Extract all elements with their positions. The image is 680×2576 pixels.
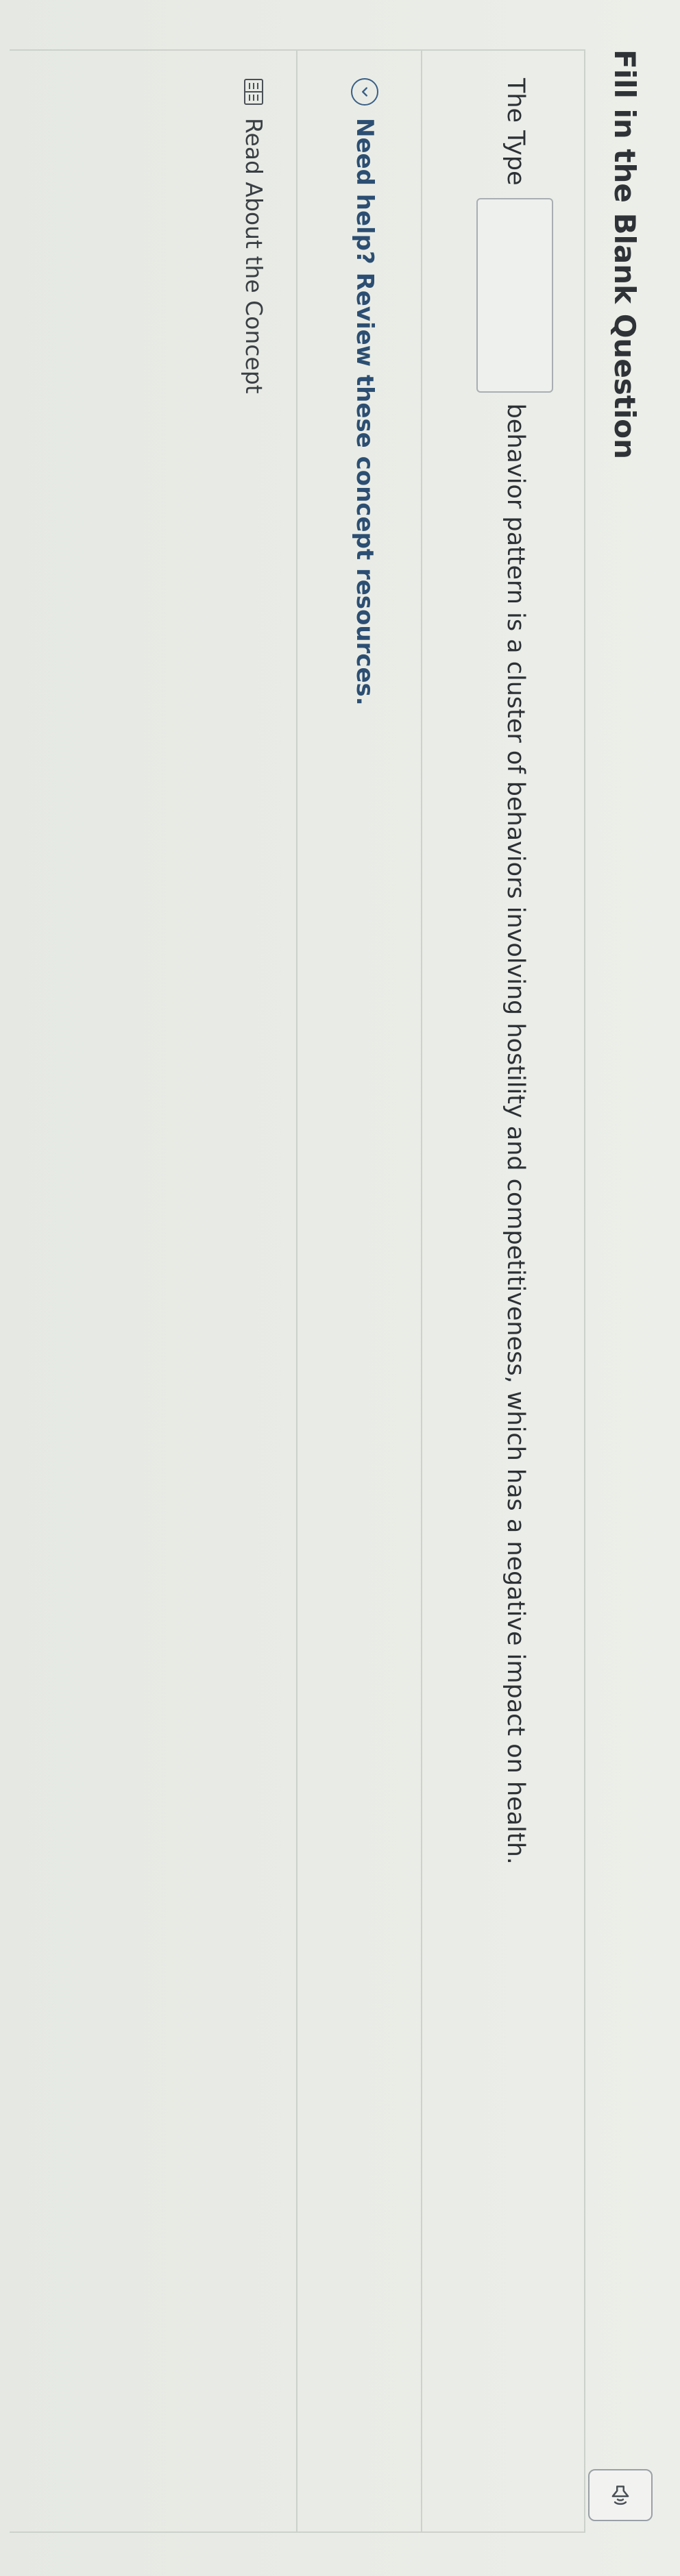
question-header: Fill in the Blank Question bbox=[588, 27, 661, 2549]
divider bbox=[421, 51, 422, 2531]
question-page: Fill in the Blank Question The Type behav… bbox=[0, 0, 680, 2576]
chevron-down-icon bbox=[351, 78, 378, 106]
question-panel: The Type behavior pattern is a cluster of… bbox=[10, 49, 585, 2533]
speaker-icon bbox=[611, 2486, 629, 2505]
question-prompt: The Type behavior pattern is a cluster of… bbox=[474, 78, 557, 1865]
fill-in-blank-input[interactable] bbox=[476, 197, 553, 393]
question-type-title: Fill in the Blank Question bbox=[608, 49, 642, 460]
question-text-before: The Type bbox=[502, 78, 529, 186]
read-about-concept-link[interactable]: Read About the Concept bbox=[241, 78, 267, 394]
question-text-after: behavior pattern is a cluster of behavio… bbox=[502, 403, 529, 1865]
concept-resources-label: Need help? Review these concept resource… bbox=[351, 118, 378, 706]
divider bbox=[296, 51, 298, 2531]
concept-resources-toggle[interactable]: Need help? Review these concept resource… bbox=[351, 78, 378, 706]
read-about-concept-label: Read About the Concept bbox=[241, 118, 267, 394]
book-icon bbox=[244, 79, 264, 105]
read-aloud-button[interactable] bbox=[588, 2469, 653, 2521]
